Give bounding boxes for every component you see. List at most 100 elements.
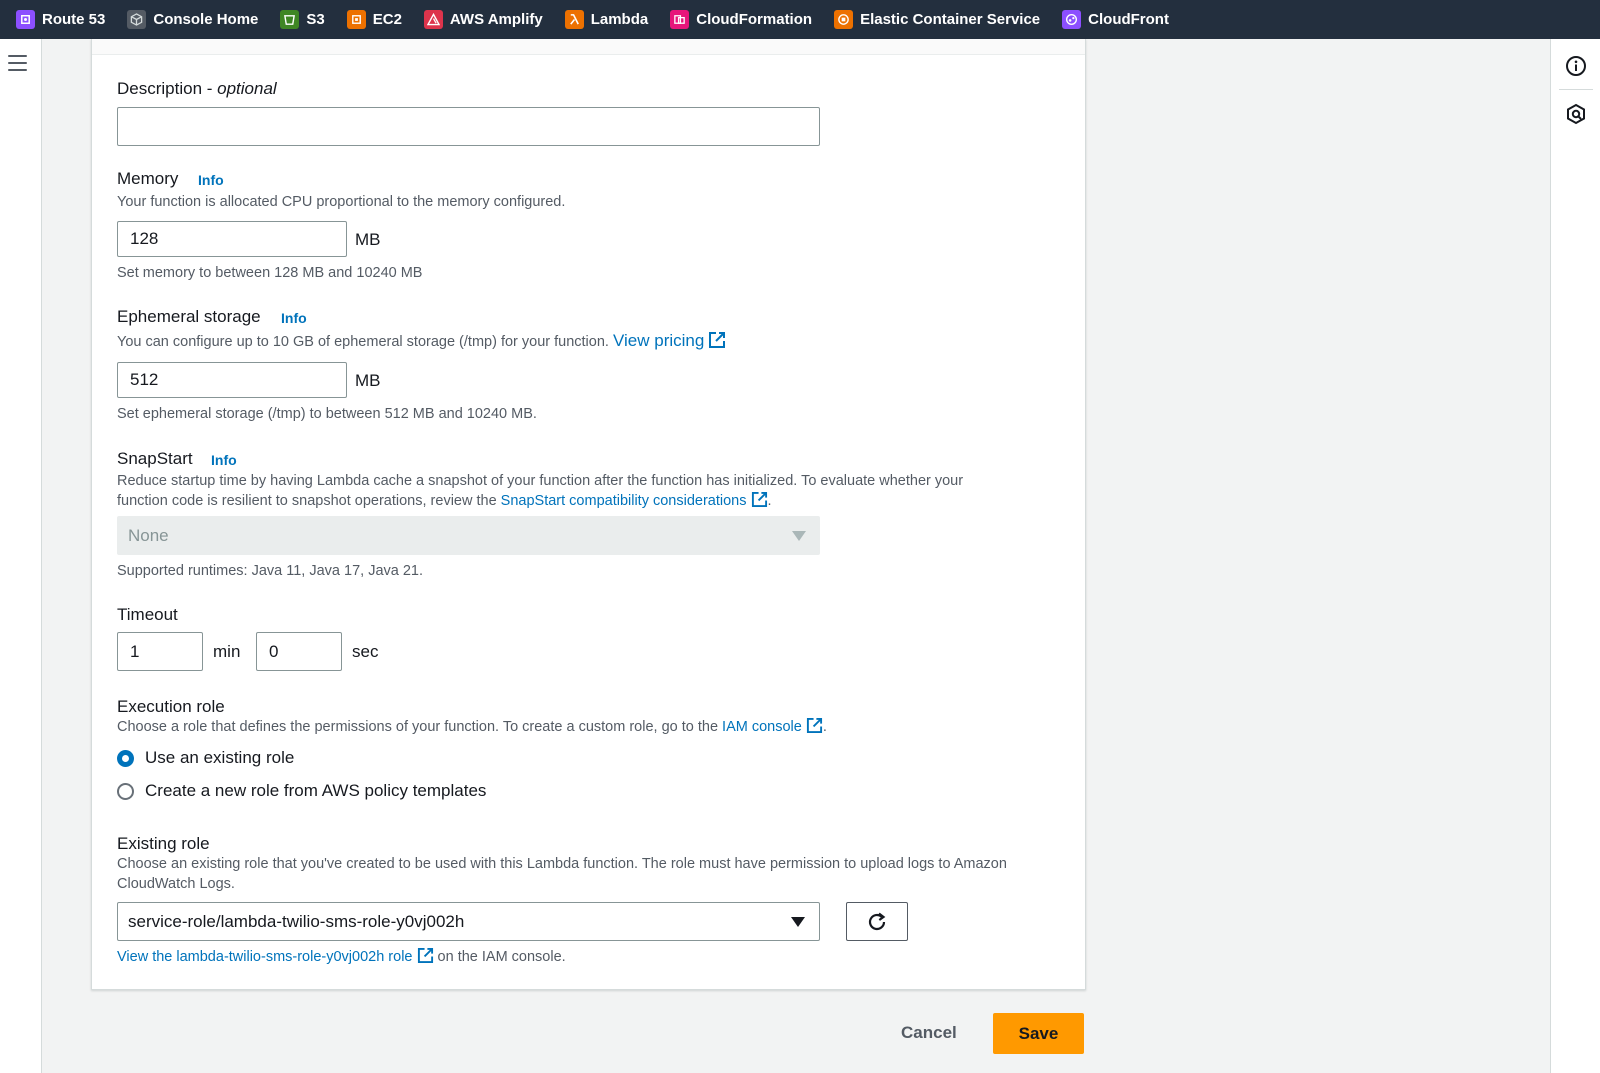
ec2-icon xyxy=(346,10,366,29)
refresh-icon xyxy=(868,912,886,930)
view-role-link[interactable]: View the lambda-twilio-sms-role-y0vj002h… xyxy=(117,947,434,965)
snapstart-selected-value: None xyxy=(128,525,169,545)
amplify-icon xyxy=(423,10,443,29)
cancel-button[interactable]: Cancel xyxy=(901,1023,957,1043)
memory-input[interactable]: 128 xyxy=(117,221,347,257)
radio-use-existing-role[interactable] xyxy=(117,750,134,767)
right-tools-rail xyxy=(1550,39,1600,1073)
favorite-label: AWS Amplify xyxy=(449,11,543,28)
iam-console-link-text: IAM console xyxy=(722,719,802,735)
view-pricing-link[interactable]: View pricing xyxy=(613,331,726,350)
ephemeral-storage-label: Ephemeral storage xyxy=(117,307,261,326)
snapstart-help-line-1: Reduce startup time by having Lambda cac… xyxy=(117,473,964,489)
execution-role-label: Execution role xyxy=(117,697,225,716)
description-input[interactable] xyxy=(117,107,820,146)
rail-divider xyxy=(1559,89,1593,90)
info-panel-icon[interactable] xyxy=(1564,54,1588,78)
external-link-icon xyxy=(751,491,767,508)
favorite-ec2[interactable]: EC2 xyxy=(346,10,402,29)
existing-role-select[interactable]: service-role/lambda-twilio-sms-role-y0vj… xyxy=(117,902,820,941)
favorite-route53[interactable]: Route 53 xyxy=(16,10,105,29)
view-pricing-link-text: View pricing xyxy=(612,331,705,350)
save-button[interactable]: Save xyxy=(993,1013,1084,1054)
ecs-icon xyxy=(834,10,854,29)
cloudfront-icon xyxy=(1062,10,1082,29)
favorite-s3-bucket[interactable]: S3 xyxy=(280,10,325,29)
favorites-bar: Route 53 Console Home S3 EC2 AWS Amplify Lamb… xyxy=(0,0,1600,39)
existing-role-selected-value: service-role/lambda-twilio-sms-role-y0vj… xyxy=(128,911,465,931)
caret-down-icon xyxy=(792,530,806,541)
view-role-line: View the lambda-twilio-sms-role-y0vj002h… xyxy=(117,947,566,967)
view-role-link-text: View the lambda-twilio-sms-role-y0vj002h… xyxy=(117,949,413,965)
execution-role-help-text: Choose a role that defines the permissio… xyxy=(117,719,719,735)
view-role-suffix: on the IAM console. xyxy=(437,949,566,965)
ephemeral-storage-unit: MB xyxy=(355,371,381,390)
ephemeral-storage-input[interactable]: 512 xyxy=(117,362,347,398)
external-link-icon xyxy=(709,332,726,348)
snapstart-select: None xyxy=(117,516,820,555)
route53-icon xyxy=(16,10,35,29)
description-label-text: Description - xyxy=(117,79,218,98)
favorite-label: Console Home xyxy=(153,11,259,28)
external-link-icon xyxy=(806,717,822,734)
use-existing-role-label[interactable]: Use an existing role xyxy=(145,748,294,768)
memory-info-link[interactable]: Info xyxy=(198,172,224,188)
left-navigation-rail xyxy=(0,39,42,1073)
favorite-label: EC2 xyxy=(372,11,402,28)
favorite-lambda[interactable]: Lambda xyxy=(564,10,649,29)
favorite-label: CloudFront xyxy=(1088,11,1169,28)
existing-role-label: Existing role xyxy=(117,834,210,853)
favorite-cloudfront[interactable]: CloudFront xyxy=(1062,10,1169,29)
ephemeral-storage-value: 512 xyxy=(130,370,159,389)
panel-header-strip xyxy=(92,39,1085,55)
favorite-cloudformation[interactable]: CloudFormation xyxy=(670,10,812,29)
iam-console-link[interactable]: IAM console xyxy=(722,717,823,735)
favorite-label: Elastic Container Service xyxy=(860,11,1041,28)
ephemeral-storage-info-link[interactable]: Info xyxy=(281,310,307,326)
ephemeral-storage-constraint-text: Set ephemeral storage (/tmp) to between … xyxy=(117,406,537,422)
favorite-cube[interactable]: Console Home xyxy=(127,10,258,29)
timeout-seconds-value: 0 xyxy=(269,641,279,661)
execution-role-help-end: . xyxy=(822,719,827,735)
favorite-label: Route 53 xyxy=(42,11,106,28)
timeout-label: Timeout xyxy=(117,605,178,624)
description-optional-label: optional xyxy=(217,79,277,98)
snapstart-info-link[interactable]: Info xyxy=(211,452,237,468)
snapstart-compatibility-link-text: SnapStart compatibility considerations xyxy=(500,493,747,509)
existing-role-help-line-2: CloudWatch Logs. xyxy=(117,876,235,892)
existing-role-help-line-1: Choose an existing role that you've crea… xyxy=(117,856,1007,872)
memory-unit: MB xyxy=(355,230,381,249)
snapstart-help-line-2-text: function code is resilient to snapshot o… xyxy=(117,493,497,509)
memory-constraint-text: Set memory to between 128 MB and 10240 M… xyxy=(117,265,423,281)
memory-label: Memory xyxy=(117,169,179,188)
timeout-sec-unit: sec xyxy=(352,642,379,661)
snapstart-help-end: . xyxy=(767,493,772,509)
basic-settings-panel: Description - optional Memory Info Your … xyxy=(91,39,1086,990)
timeout-seconds-input[interactable]: 0 xyxy=(256,632,342,671)
amazon-q-icon[interactable] xyxy=(1564,102,1588,126)
timeout-min-unit: min xyxy=(213,642,241,661)
hamburger-menu-icon[interactable] xyxy=(8,55,27,71)
snapstart-help-line-2: function code is resilient to snapshot o… xyxy=(117,491,772,511)
refresh-roles-button[interactable] xyxy=(846,902,908,941)
ephemeral-storage-help: You can configure up to 10 GB of ephemer… xyxy=(117,331,726,352)
favorite-amplify[interactable]: AWS Amplify xyxy=(423,10,543,29)
caret-down-icon xyxy=(791,916,805,927)
create-new-role-label[interactable]: Create a new role from AWS policy templa… xyxy=(145,781,486,801)
timeout-minutes-value: 1 xyxy=(130,641,140,661)
lambda-icon xyxy=(564,10,584,29)
favorite-label: CloudFormation xyxy=(696,11,813,28)
memory-help-text: Your function is allocated CPU proportio… xyxy=(117,194,566,210)
cloudformation-icon xyxy=(670,10,690,29)
radio-create-new-role[interactable] xyxy=(117,783,134,800)
external-link-icon xyxy=(417,947,433,964)
memory-value: 128 xyxy=(130,229,159,248)
favorite-label: Lambda xyxy=(590,11,649,28)
snapstart-label: SnapStart xyxy=(117,449,193,468)
ephemeral-storage-help-text: You can configure up to 10 GB of ephemer… xyxy=(117,334,609,350)
snapstart-supported-runtimes: Supported runtimes: Java 11, Java 17, Ja… xyxy=(117,563,424,579)
execution-role-help: Choose a role that defines the permissio… xyxy=(117,717,827,737)
favorite-ecs[interactable]: Elastic Container Service xyxy=(834,10,1040,29)
timeout-minutes-input[interactable]: 1 xyxy=(117,632,203,671)
snapstart-compatibility-link[interactable]: SnapStart compatibility considerations xyxy=(500,491,768,509)
